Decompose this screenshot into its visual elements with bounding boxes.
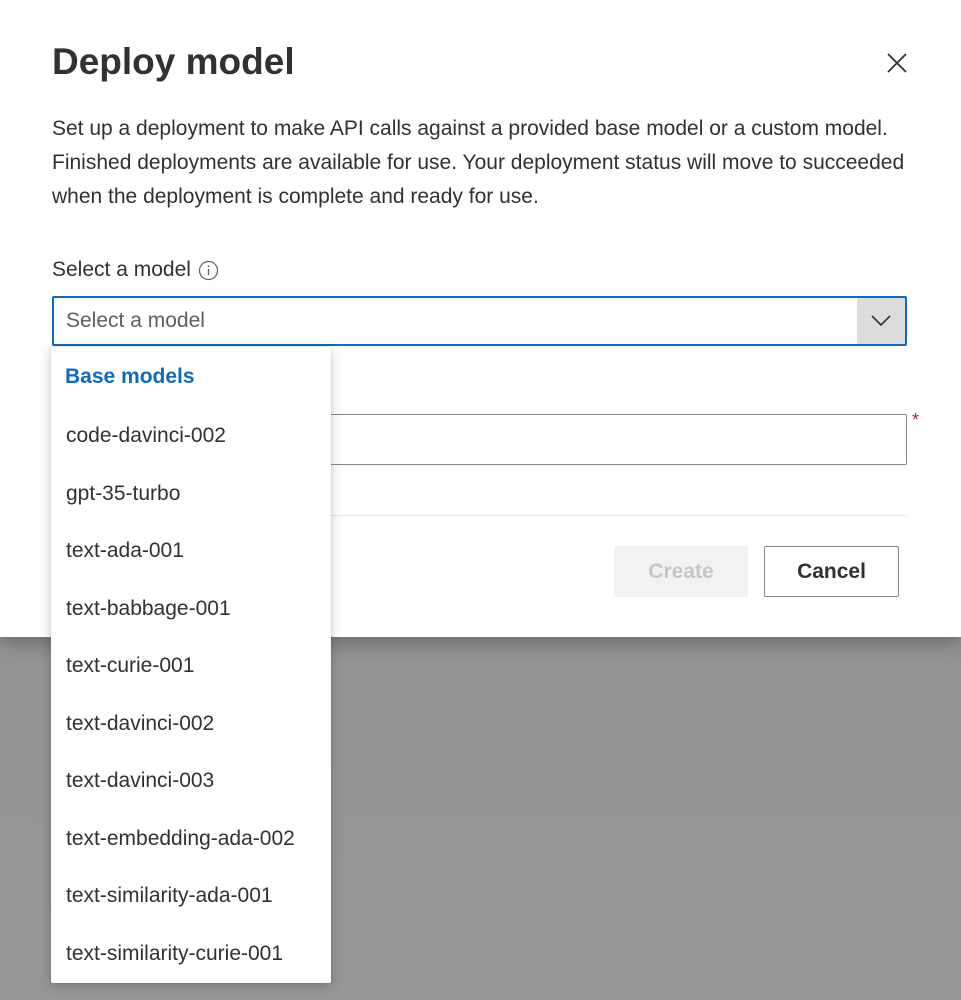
select-model-label: Select a model bbox=[52, 255, 219, 285]
cancel-button[interactable]: Cancel bbox=[764, 546, 899, 597]
model-option[interactable]: text-embedding-ada-002 bbox=[51, 810, 331, 868]
model-option[interactable]: text-babbage-001 bbox=[51, 580, 331, 638]
select-model-label-text: Select a model bbox=[52, 258, 191, 281]
model-option[interactable]: text-similarity-ada-001 bbox=[51, 867, 331, 925]
chevron-down-icon bbox=[871, 315, 891, 327]
model-option[interactable]: text-ada-001 bbox=[51, 522, 331, 580]
close-button[interactable] bbox=[876, 44, 918, 82]
model-select-placeholder: Select a model bbox=[66, 309, 205, 332]
model-select[interactable]: Select a model bbox=[52, 296, 907, 346]
dialog-title: Deploy model bbox=[52, 41, 295, 82]
model-option[interactable]: text-curie-001 bbox=[51, 637, 331, 695]
model-option[interactable]: code-davinci-002 bbox=[51, 407, 331, 465]
close-icon bbox=[887, 53, 907, 73]
info-icon[interactable] bbox=[198, 260, 219, 281]
dialog-description: Set up a deployment to make API calls ag… bbox=[52, 117, 905, 208]
model-option[interactable]: text-davinci-002 bbox=[51, 695, 331, 753]
required-marker: * bbox=[912, 410, 920, 430]
model-option[interactable]: text-similarity-curie-001 bbox=[51, 925, 331, 983]
create-button[interactable]: Create bbox=[614, 546, 748, 597]
group-header-base-models: Base models bbox=[65, 365, 195, 388]
model-option[interactable]: text-davinci-003 bbox=[51, 752, 331, 810]
model-dropdown-menu: Base models code-davinci-002 gpt-35-turb… bbox=[51, 347, 331, 983]
model-option[interactable]: gpt-35-turbo bbox=[51, 465, 331, 523]
model-select-caret[interactable] bbox=[857, 298, 905, 344]
model-options-list: code-davinci-002 gpt-35-turbo text-ada-0… bbox=[51, 407, 331, 982]
